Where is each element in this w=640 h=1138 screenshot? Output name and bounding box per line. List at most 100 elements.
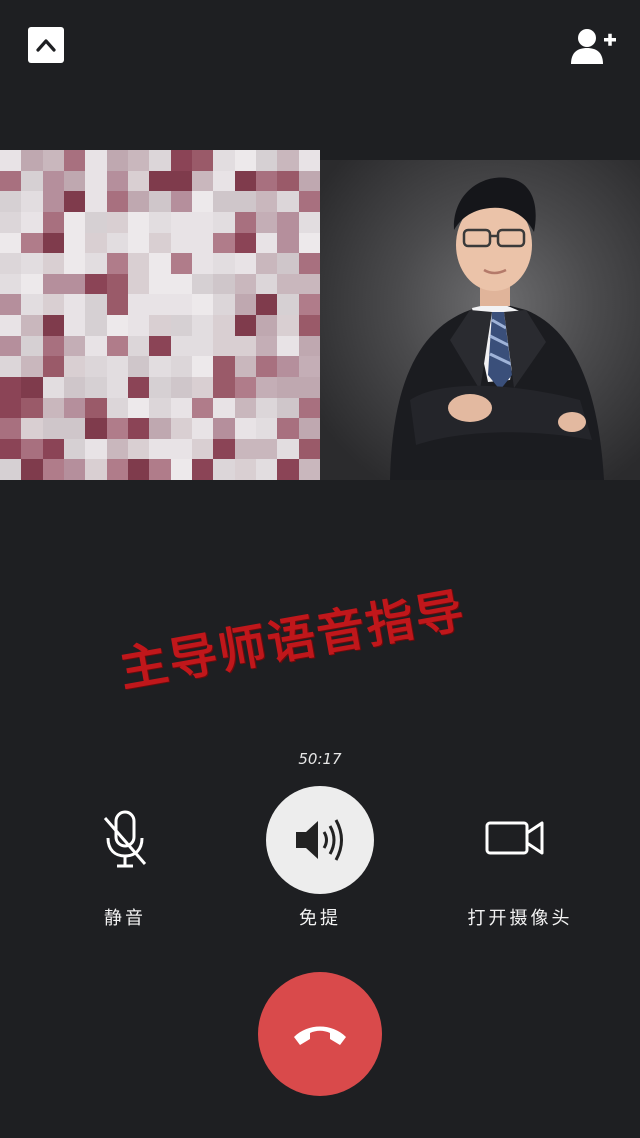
mosaic-cell [298, 211, 320, 233]
mosaic-cell [21, 418, 43, 439]
mosaic-cell [256, 315, 278, 336]
mosaic-cell [128, 438, 150, 460]
participant-portrait [390, 177, 604, 480]
mosaic-cell [42, 191, 64, 212]
hangup-button[interactable] [258, 972, 382, 1096]
mosaic-cell [213, 438, 235, 460]
mosaic-cell [64, 150, 86, 171]
mosaic-cell [64, 315, 86, 336]
mosaic-cell [85, 335, 107, 357]
mosaic-cell [85, 418, 107, 439]
mosaic-cell [149, 418, 171, 439]
mosaic-cell [256, 356, 278, 377]
participant-video-tile[interactable] [320, 160, 640, 480]
mosaic-cell [21, 335, 43, 357]
mosaic-cell [106, 438, 128, 460]
mosaic-cell [213, 253, 235, 274]
camera-button[interactable] [484, 815, 546, 861]
mosaic-cell [170, 150, 192, 171]
mosaic-cell [85, 459, 107, 480]
mosaic-cell [298, 191, 320, 212]
mosaic-cell [256, 170, 278, 192]
mosaic-cell [277, 459, 299, 480]
mosaic-cell [128, 211, 150, 233]
mosaic-cell [149, 438, 171, 460]
mosaic-cell [170, 253, 192, 274]
mute-button[interactable] [95, 808, 155, 872]
mosaic-cell [106, 232, 128, 254]
mosaic-cell [106, 356, 128, 377]
mosaic-cell [213, 191, 235, 212]
speaker-label: 免提 [299, 908, 341, 929]
mosaic-cell [128, 418, 150, 439]
mosaic-cell [234, 418, 256, 439]
mosaic-cell [234, 232, 256, 254]
collapse-button[interactable] [28, 27, 64, 63]
mosaic-cell [149, 273, 171, 295]
mosaic-cell [64, 191, 86, 212]
mosaic-cell [213, 335, 235, 357]
mosaic-cell [149, 253, 171, 274]
mosaic-cell [85, 150, 107, 171]
mosaic-cell [64, 253, 86, 274]
mosaic-cell [21, 150, 43, 171]
mosaic-cell [192, 191, 214, 212]
mosaic-cell [277, 191, 299, 212]
speaker-button[interactable] [266, 786, 374, 894]
mosaic-cell [277, 438, 299, 460]
mosaic-cell [128, 397, 150, 419]
mosaic-cell [192, 418, 214, 439]
mute-label: 静音 [104, 908, 146, 929]
mosaic-cell [128, 356, 150, 377]
mosaic-cell [64, 459, 86, 480]
mosaic-cell [106, 418, 128, 439]
mosaic-cell [0, 273, 22, 295]
mosaic-cell [85, 273, 107, 295]
mosaic-cell [170, 397, 192, 419]
mosaic-cell [213, 356, 235, 377]
mosaic-cell [298, 170, 320, 192]
mosaic-cell [192, 397, 214, 419]
mosaic-cell [128, 253, 150, 274]
mosaic-cell [256, 273, 278, 295]
mosaic-cell [42, 459, 64, 480]
mosaic-cell [277, 294, 299, 315]
mosaic-cell [234, 150, 256, 171]
mosaic-cell [85, 170, 107, 192]
mosaic-cell [21, 376, 43, 398]
mosaic-cell [21, 253, 43, 274]
mosaic-cell [21, 211, 43, 233]
mosaic-cell [277, 315, 299, 336]
add-member-button[interactable] [568, 26, 618, 66]
mosaic-cell [128, 376, 150, 398]
mosaic-cell [256, 397, 278, 419]
mosaic-cell [64, 294, 86, 315]
mosaic-cell [149, 335, 171, 357]
mosaic-cell [277, 335, 299, 357]
mosaic-cell [170, 294, 192, 315]
mosaic-cell [21, 232, 43, 254]
mosaic-cell [192, 438, 214, 460]
mosaic-cell [192, 170, 214, 192]
mosaic-cell [277, 376, 299, 398]
mosaic-cell [42, 253, 64, 274]
mosaic-cell [85, 356, 107, 377]
participant-video-tile-blurred[interactable] [0, 150, 320, 480]
mosaic-cell [213, 273, 235, 295]
mosaic-cell [277, 211, 299, 233]
mosaic-cell [298, 232, 320, 254]
microphone-off-icon [103, 810, 147, 868]
mosaic-cell [170, 376, 192, 398]
mosaic-cell [106, 253, 128, 274]
mosaic-cell [170, 191, 192, 212]
mosaic-cell [298, 356, 320, 377]
mosaic-cell [64, 211, 86, 233]
mosaic-cell [256, 376, 278, 398]
mosaic-cell [64, 232, 86, 254]
mosaic-cell [42, 150, 64, 171]
mosaic-cell [192, 459, 214, 480]
mosaic-cell [256, 438, 278, 460]
mosaic-cell [128, 170, 150, 192]
mosaic-cell [170, 335, 192, 357]
mosaic-cell [106, 315, 128, 336]
